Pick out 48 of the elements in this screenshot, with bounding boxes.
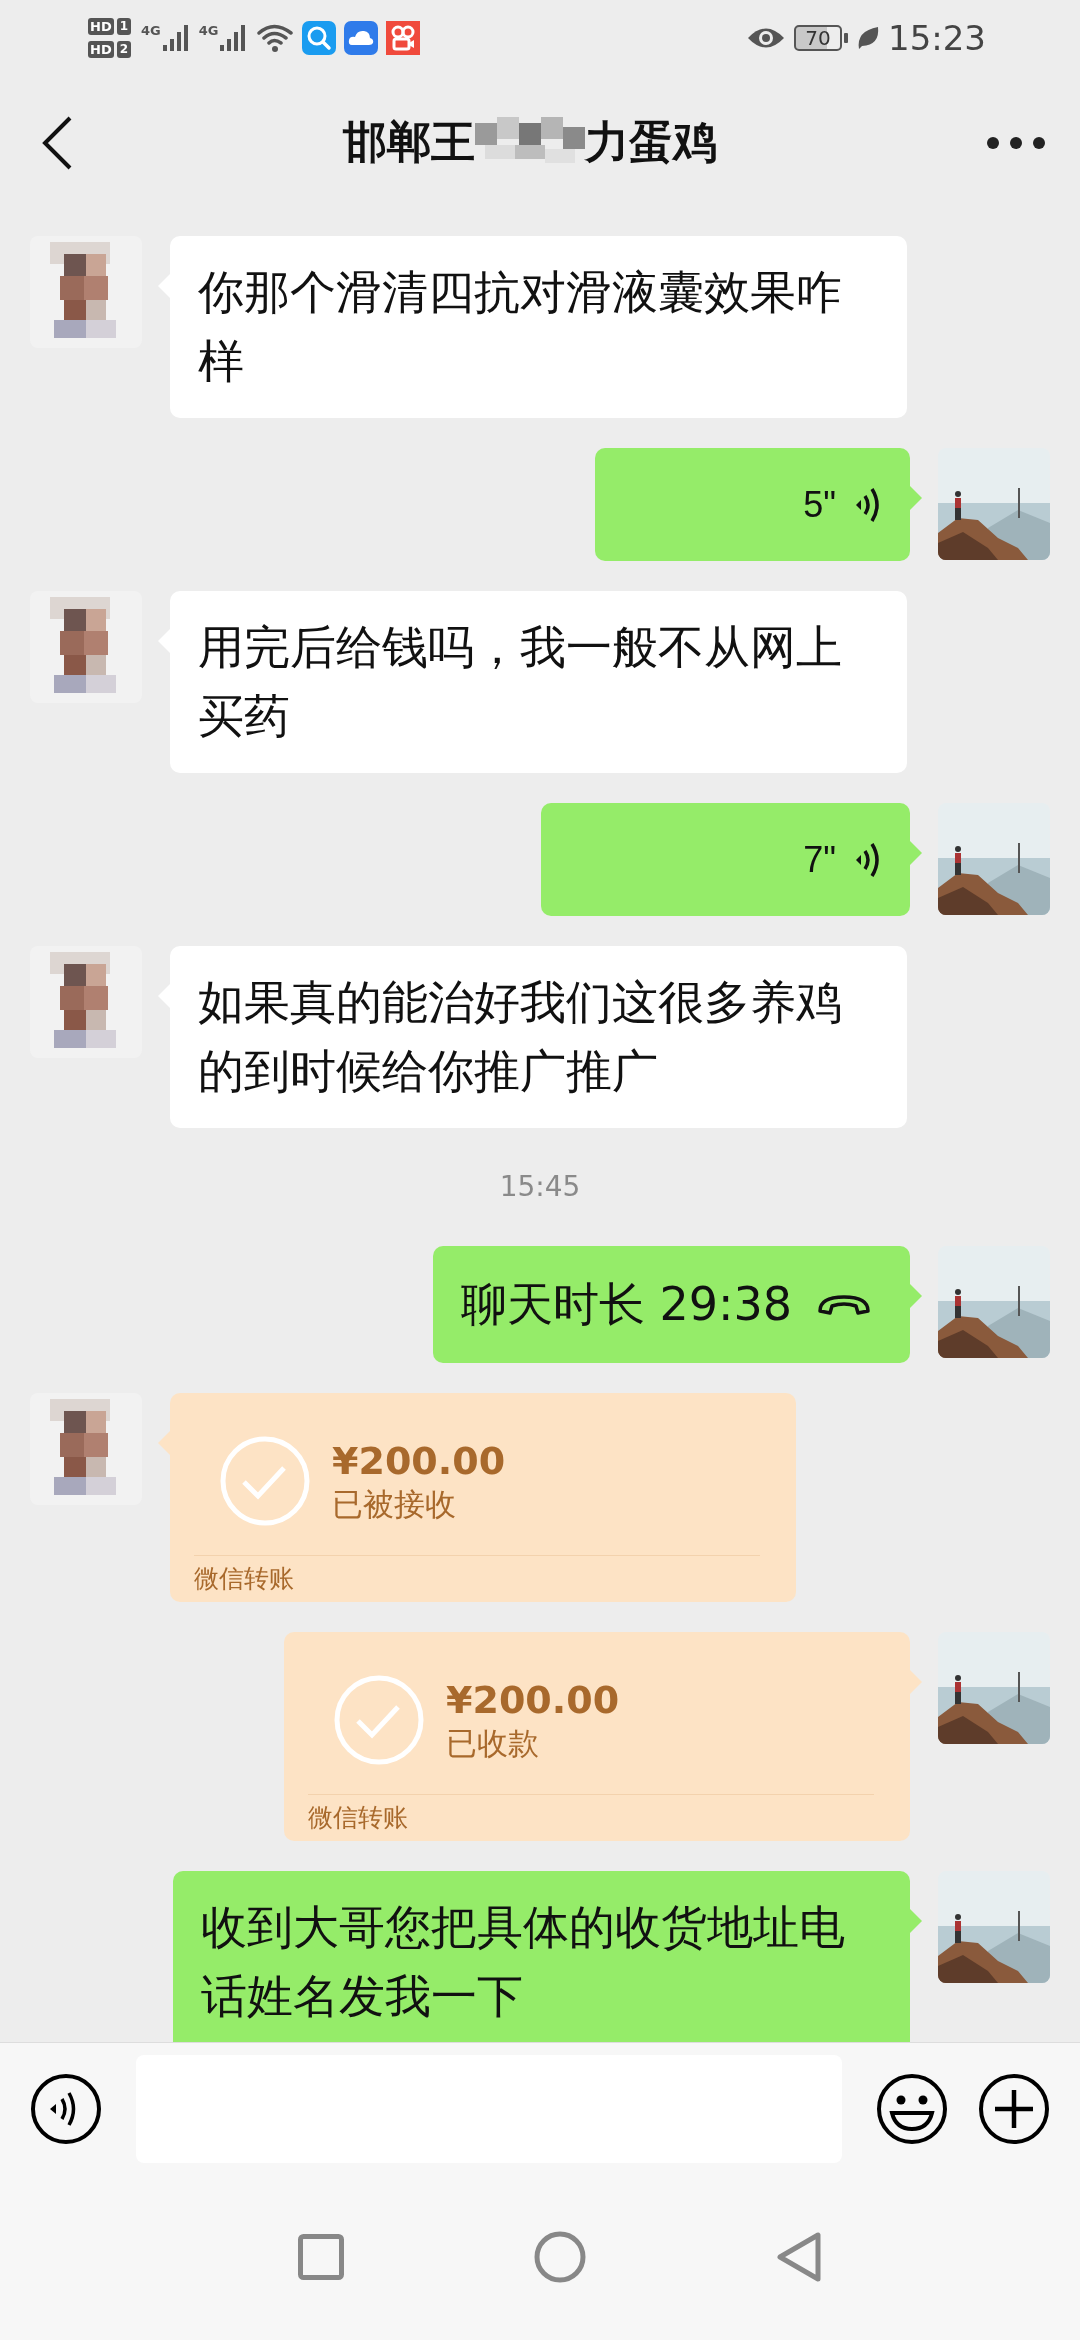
transfer-label: 微信转账 [193,1563,295,1595]
bubble-tail [910,1284,922,1308]
back-icon[interactable] [40,114,74,171]
chat-title: 力蛋鸡 [585,115,717,169]
message-bubble: 你那个滑清四抗对滑液囊效果咋样 [170,236,907,418]
hd-label: HD [88,17,114,35]
emoji-icon[interactable] [876,2072,948,2145]
home-icon[interactable] [534,2231,586,2283]
bubble-tail [910,486,922,510]
clock-time: 15:23 [888,17,986,58]
leaf-icon [856,24,880,51]
timestamp: 15:45 [499,1169,581,1205]
battery-icon: 70 [794,24,842,51]
back-nav-icon[interactable] [776,2231,822,2283]
transfer-card[interactable]: ¥200.00 已收款 微信转账 [284,1632,910,1841]
hang-up-icon [816,1292,872,1317]
more-icon[interactable] [986,135,1046,150]
bubble-tail [910,1670,922,1694]
recents-icon[interactable] [298,2234,344,2280]
network-type: 4G [198,22,219,38]
voice-message[interactable]: 7" [541,803,910,916]
transfer-status: 已被接收 [332,1485,457,1525]
voice-message[interactable]: 5" [595,448,910,561]
check-circle-icon [220,1436,310,1527]
sim-number: 1 [116,17,132,35]
message-bubble: 收到大哥您把具体的收货地址电话姓名发我一下 [173,1871,910,2042]
search-app-icon [302,20,337,55]
transfer-status: 已收款 [446,1724,540,1764]
video-app-icon [386,20,421,55]
chat-title: 邯郸王 [343,115,475,169]
transfer-amount: ¥200.00 [332,1438,506,1485]
transfer-label: 微信转账 [307,1802,409,1834]
voice-input-icon[interactable] [30,2072,102,2145]
bubble-tail [910,841,922,865]
bubble-tail [158,1431,170,1455]
add-icon[interactable] [978,2072,1050,2145]
signal-icon [160,22,191,53]
message-bubble: 如果真的能治好我们这很多养鸡的到时候给你推广推广 [170,946,907,1128]
message-bubble: 用完后给钱吗，我一般不从网上买药 [170,591,907,773]
bubble-tail [910,1909,922,1933]
cloud-app-icon [344,20,379,55]
hd-label: HD [88,40,114,58]
check-circle-icon [334,1675,424,1766]
sim-number: 2 [116,40,132,58]
transfer-card[interactable]: ¥200.00 已被接收 微信转账 [170,1393,796,1602]
network-type: 4G [141,22,161,38]
transfer-amount: ¥200.00 [446,1677,620,1724]
call-record[interactable]: 聊天时长 29:38 [432,1246,910,1363]
